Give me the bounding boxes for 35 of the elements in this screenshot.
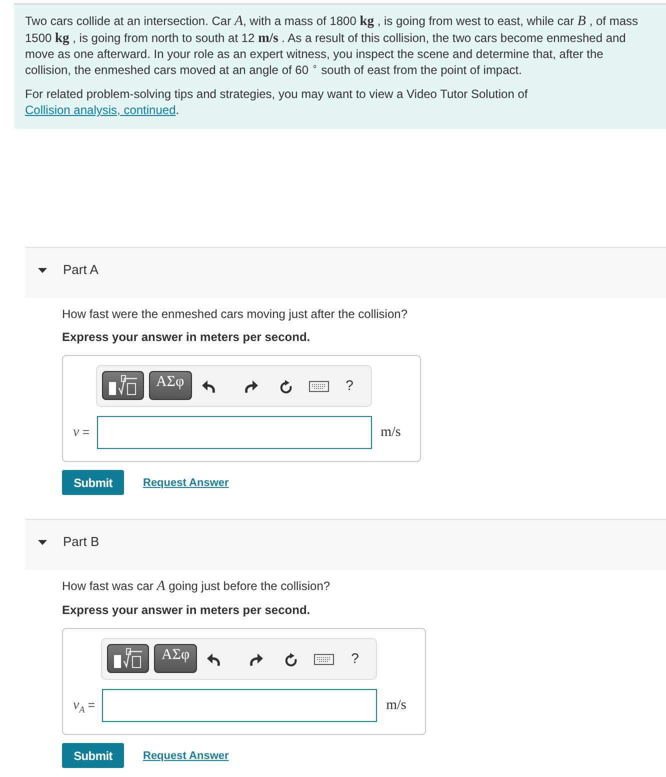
question-text: How fast was car A going just before the collision?	[62, 578, 332, 595]
request-answer-link[interactable]: Request Answer	[143, 750, 229, 762]
reset-icon[interactable]	[284, 652, 298, 666]
greek-symbols-button[interactable]: ΑΣφ	[148, 370, 192, 400]
redo-icon[interactable]	[249, 653, 264, 667]
tutor-note: For related problem-solving tips and strategies, you may want to view a Video Tutor Solution of Collision analysis, continued.	[25, 86, 529, 118]
square-root-icon	[108, 374, 138, 396]
part-header[interactable]: Part B	[25, 519, 666, 570]
undo-icon[interactable]	[207, 653, 222, 667]
instruction-text: Express your answer in meters per second.	[62, 602, 312, 618]
answer-field[interactable]	[102, 689, 378, 722]
unit-label: m/s	[380, 424, 401, 440]
keyboard-icon[interactable]	[314, 654, 334, 665]
undo-icon[interactable]	[202, 380, 216, 394]
request-answer-link[interactable]: Request Answer	[143, 476, 229, 488]
submit-button[interactable]: Submit	[62, 470, 124, 495]
greek-symbols-button[interactable]: ΑΣφ	[154, 644, 198, 672]
variable-label: v$_{A}$ =	[73, 698, 96, 714]
part-header[interactable]: Part A	[25, 247, 666, 298]
redo-icon[interactable]	[244, 380, 258, 394]
question-text: How fast were the enmeshed cars moving just after the collision?	[62, 306, 408, 322]
reset-icon[interactable]	[278, 380, 293, 394]
video-link[interactable]: Collision analysis, continued	[25, 103, 176, 117]
keyboard-icon[interactable]	[308, 381, 329, 392]
help-button[interactable]: ?	[346, 377, 354, 393]
instruction-text: Express your answer in meters per second.	[62, 329, 312, 345]
problem-statement: Two cars collide at an intersection. Car A, with a mass of 1800 kg , is going from west to east, while car B , of mass 1500 kg , is going from north to south at 12 m/s . As a result of this collision, the two cars become enmeshed and move as one afterward. In your role as an expert witness, you inspect the scene and determine that, after the collision, the enmeshed cars moved at an angle of 60 $^{∘}$ south of east from the point of impact.	[25, 13, 639, 78]
answer-field[interactable]	[96, 416, 372, 449]
square-root-icon	[113, 648, 144, 668]
submit-button[interactable]: Submit	[62, 743, 124, 768]
help-button[interactable]: ?	[351, 650, 359, 666]
template-button[interactable]	[102, 370, 144, 400]
variable-label: v =	[73, 424, 90, 440]
unit-label: m/s	[386, 698, 406, 714]
template-button[interactable]	[107, 644, 150, 672]
